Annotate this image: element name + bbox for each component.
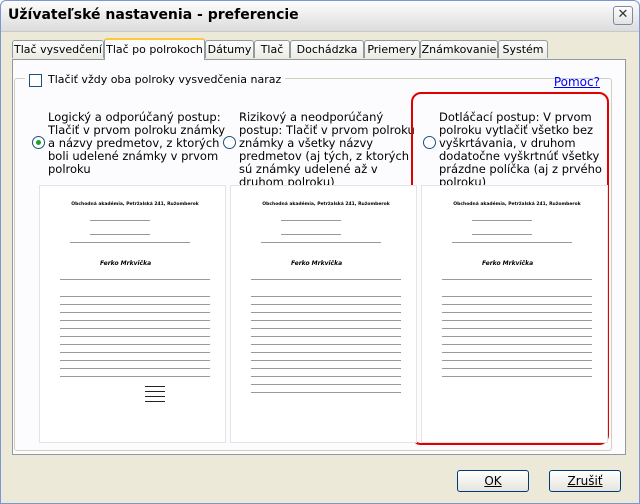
preview-school: Obchodná akadémia, Petržalská 241, Ružom…	[71, 202, 199, 207]
help-link[interactable]: Pomoc?	[554, 75, 600, 89]
close-button[interactable]: ✕	[613, 6, 633, 25]
preview-sheet-risky: Obchodná akadémia, Petržalská 241, Ružom…	[231, 186, 416, 442]
option-logical-text: Logický a odporúčaný postup: Tlačiť v pr…	[48, 110, 226, 176]
title-bar: Užívateľské nastavenia - preferencie ✕	[1, 1, 639, 32]
tab-datumy[interactable]: Dátumy	[205, 40, 254, 58]
preview-sheet-additional: Obchodná akadémia, Petržalská 241, Ružom…	[422, 186, 607, 442]
tab-znamkovanie[interactable]: Známkovanie	[420, 40, 498, 58]
preview-sheet-logical: Obchodná akadémia, Petržalská 241, Ružom…	[40, 186, 225, 442]
option-risky-text: Rizikový a neodporúčaný postup: Tlačiť v…	[239, 110, 415, 189]
preview-school: Obchodná akadémia, Petržalská 241, Ružom…	[453, 202, 581, 207]
tab-tlac[interactable]: Tlač	[254, 40, 290, 58]
radio-risky[interactable]	[223, 136, 236, 149]
ok-button[interactable]: OK	[457, 470, 529, 492]
window-title: Užívateľské nastavenia - preferencie	[8, 7, 299, 23]
print-both-label: Tlačiť vždy oba polroky vysvedčenia nara…	[48, 73, 282, 86]
print-both-row[interactable]: Tlačiť vždy oba polroky vysvedčenia nara…	[25, 73, 286, 89]
tab-tlac-po-polrokoch[interactable]: Tlač po polrokoch	[104, 38, 205, 60]
tab-system[interactable]: Systém	[498, 40, 548, 58]
print-both-checkbox[interactable]	[29, 73, 42, 87]
tab-priemery[interactable]: Priemery	[364, 40, 420, 58]
preview-student: Ferko Mrkvička	[291, 260, 343, 267]
cancel-button[interactable]: Zrušiť	[549, 470, 621, 492]
radio-logical[interactable]	[32, 136, 45, 149]
tab-tlac-vysvedceni[interactable]: Tlač vysvedčení	[12, 40, 104, 58]
close-icon: ✕	[617, 7, 629, 22]
preview-student: Ferko Mrkvička	[100, 260, 152, 267]
preview-school: Obchodná akadémia, Petržalská 241, Ružom…	[262, 202, 390, 207]
tab-dochadzka[interactable]: Dochádzka	[290, 40, 364, 58]
preview-student: Ferko Mrkvička	[482, 260, 534, 267]
